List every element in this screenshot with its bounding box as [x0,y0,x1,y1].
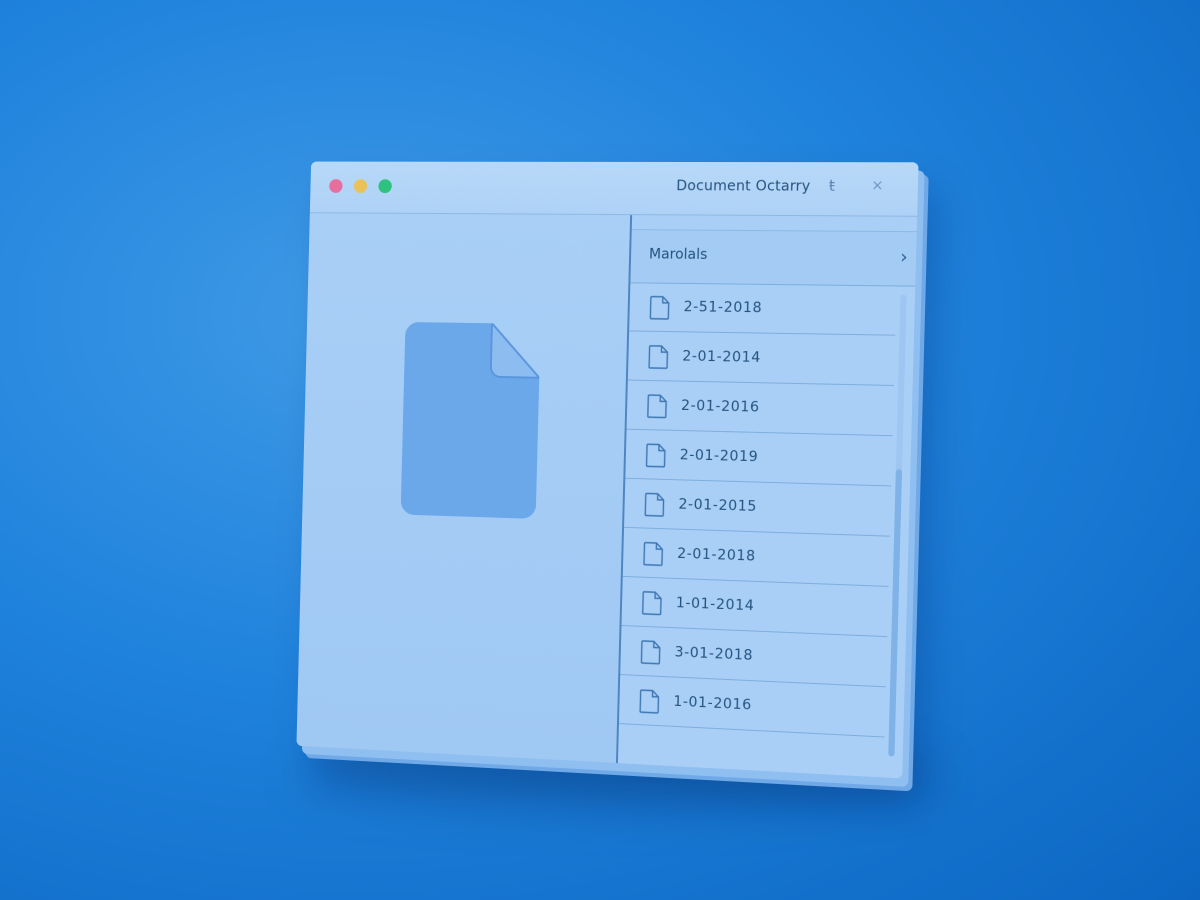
list-header[interactable]: Marolals › [630,229,916,287]
title-bar[interactable]: Document Octarry ŧ × [310,162,919,217]
list-item[interactable]: 2-51-2018 [629,282,896,335]
preview-pane [296,213,632,763]
list-item-label: 2-01-2014 [682,348,761,366]
list-item-label: 2-01-2019 [680,447,759,465]
file-icon [640,640,661,665]
chevron-right-icon[interactable]: › [900,246,908,268]
window-title: Document Octarry [676,178,811,195]
file-icon [642,591,663,616]
list-header-label: Marolals [649,246,708,263]
list-item[interactable]: 2-01-2016 [627,381,894,437]
list-item[interactable]: 2-01-2015 [624,479,891,537]
file-icon [639,689,660,714]
file-list-pane: Marolals › 2-51-2018 2-01-2014 2-01-2016 [618,215,917,778]
file-icon [649,296,670,320]
list-item[interactable]: 2-01-2019 [625,430,892,487]
file-list: 2-51-2018 2-01-2014 2-01-2016 2-01-2019 … [618,282,896,767]
list-item-label: 2-01-2016 [681,398,760,416]
list-item-label: 2-51-2018 [683,299,762,316]
document-icon [401,322,541,519]
desktop-stage: Document Octarry ŧ × Marolals › 2-51-201… [0,0,1200,900]
file-icon [644,492,665,517]
file-icon [647,394,668,419]
list-item-label: 2-01-2015 [678,496,757,515]
file-icon [643,542,664,567]
pin-icon[interactable]: ŧ [823,176,842,194]
list-item-label: 1-01-2016 [673,694,752,714]
minimize-window-button[interactable] [354,179,368,193]
list-item[interactable]: 2-01-2014 [628,331,895,386]
list-item-label: 3-01-2018 [674,644,753,664]
list-item-label: 2-01-2018 [677,546,756,565]
app-window: Document Octarry ŧ × Marolals › 2-51-201… [296,162,918,779]
close-icon[interactable]: × [868,177,887,196]
file-icon [648,345,669,369]
zoom-window-button[interactable] [378,179,392,193]
file-icon [645,443,666,468]
list-item-label: 1-01-2014 [676,595,755,614]
close-window-button[interactable] [329,179,343,193]
